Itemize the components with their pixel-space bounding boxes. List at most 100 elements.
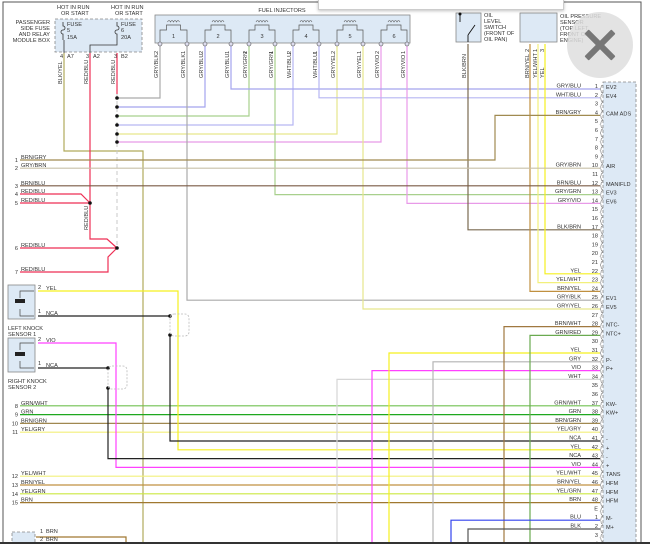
connector-pin-icon: [290, 41, 296, 47]
pin-bracket-icon: [599, 155, 604, 164]
ecm-pin-number: 23: [592, 278, 598, 284]
ecm-pin-wire-label: BRN/YEL: [557, 480, 581, 486]
pin-number: 2: [38, 285, 41, 291]
pin-bracket-icon: [599, 137, 604, 147]
oil-pressure-sensor-box: [519, 12, 558, 43]
left-pin-number: 12: [12, 474, 18, 480]
pin-bracket-icon: [599, 445, 604, 455]
pin-number: 2: [525, 49, 531, 52]
ecm-pin-number: 13: [592, 190, 598, 196]
left-pin-number: 10: [12, 421, 18, 427]
ecm-pin-number: 20: [592, 251, 598, 257]
connector-pin-icon: [157, 41, 163, 47]
ecm-pin-function: P+: [606, 367, 613, 373]
ecm-pin-number: 4: [595, 110, 598, 116]
fuel-injectors-box: [154, 14, 411, 44]
ecm-pin-wire-label: BLK/BRN: [557, 224, 581, 230]
pin-bracket-icon: [599, 480, 604, 490]
ecm-pin-function: -: [606, 455, 608, 461]
switch-contact-icon: [458, 12, 462, 16]
ecm-pin-number: 22: [592, 269, 598, 275]
ecm-pin-wire-label: WHT: [568, 374, 581, 380]
ecm-pin-number: 27: [592, 313, 598, 319]
pin-number: B2: [121, 54, 128, 60]
piezo-element-icon: [15, 299, 25, 303]
splice-dot: [115, 246, 119, 250]
pin-bracket-icon: [599, 454, 604, 463]
ecm-pin-number: 2: [595, 93, 598, 99]
ecm-pin-function: HFM: [606, 490, 618, 496]
shield-left-knock: [169, 313, 190, 337]
ecm-pin-wire-label: GRY: [569, 356, 581, 362]
pin-number: 1: [40, 529, 43, 535]
pin-bracket-icon: [599, 84, 604, 94]
left-pin-wire-label: GRN: [21, 410, 33, 416]
ecm-pin-wire-label: GRN/WHT: [554, 400, 581, 406]
pin-bracket-icon: [599, 181, 604, 191]
pin-number: 1: [313, 51, 319, 54]
ecm-pin-function: HFM: [606, 481, 618, 487]
pin-bracket-icon: [599, 119, 604, 129]
left-pin-wire-label: BRN/YEL: [21, 480, 45, 486]
splice-dot: [115, 96, 119, 100]
ecm-pin-wire-label: VIO: [571, 365, 581, 371]
wire-label: YEL: [540, 67, 546, 78]
ecm-pin-number: 46: [592, 480, 598, 486]
piezo-element-icon: [15, 352, 25, 356]
injector-wire-label: GRY/BLU: [225, 54, 231, 78]
pin-number: 1: [269, 51, 275, 54]
pin-bracket-icon: [599, 507, 604, 516]
injector-number: 3: [260, 34, 263, 40]
wire-label: VIO: [46, 338, 56, 344]
ecm-pin-number: 25: [592, 295, 598, 301]
pin-bracket-icon: [599, 339, 604, 349]
pin-number: 1: [225, 51, 231, 54]
wire-brn-wht: [503, 326, 600, 544]
ecm-pin-function: EV1: [606, 296, 617, 302]
wire-label: NCA: [46, 363, 58, 369]
pin-number: 1: [181, 51, 187, 54]
ecm-pin-wire-label: GRY/VIO: [558, 198, 582, 204]
ecm-pin-wire-label: NCA: [569, 453, 581, 459]
pin-bracket-icon: [599, 243, 604, 252]
popup-panel: [318, 0, 564, 10]
ecm-pin-number: 44: [592, 462, 598, 468]
left-pin-wire-label: GRN/WHT: [21, 401, 48, 407]
pin-number: 1: [38, 361, 41, 367]
ecm-pin-wire-label: BRN/WHT: [555, 321, 582, 327]
pin-number: 2: [154, 51, 160, 54]
ecm-pin-number: 10: [592, 163, 598, 169]
ecm-pin-number: 1: [595, 515, 598, 521]
ecm-pin-wire-label: BRN/YEL: [557, 286, 581, 292]
ecm-pin-wire-label: GRN/RED: [555, 330, 581, 336]
injector-wire-label: GRY/BLU: [199, 54, 205, 78]
ecm-pin-number: E: [594, 506, 598, 512]
left-pin-number: 4: [15, 192, 18, 198]
splice-dot: [115, 132, 119, 136]
wire-label: RED/BLU: [84, 60, 90, 84]
connector-pin-icon: [378, 41, 384, 47]
ecm-pin-wire-label: YEL: [570, 268, 581, 274]
wire-label: BRN/YEL: [525, 54, 531, 78]
injector-number: 2: [216, 34, 219, 40]
pin-number: 2: [38, 337, 41, 343]
pin-bracket-icon: [599, 216, 604, 226]
left-pin-wire-label: YEL/WHT: [21, 471, 46, 477]
close-x-icon[interactable]: [567, 12, 633, 78]
pin-bracket-icon: [599, 128, 604, 138]
connector-pin-icon: [334, 41, 340, 47]
fuse-rating: 15A: [67, 35, 77, 41]
shield-right-knock: [107, 365, 128, 390]
pin-bracket-icon: [599, 498, 604, 507]
injector-number: 6: [392, 34, 395, 40]
pin-number: 2: [287, 51, 293, 54]
pin-bracket-icon: [599, 295, 604, 305]
ecm-pin-number: 48: [592, 498, 598, 504]
ecm-pin-function: M+: [606, 525, 614, 531]
left-pin-wire-label: BRN: [21, 498, 33, 504]
ecm-pin-number: 36: [592, 392, 598, 398]
injector-wire-label: WHT/BLU: [313, 53, 319, 78]
pin-number: 2: [199, 51, 205, 54]
ecm-pin-function: KW-: [606, 402, 617, 408]
pin-bracket-icon: [599, 287, 604, 296]
